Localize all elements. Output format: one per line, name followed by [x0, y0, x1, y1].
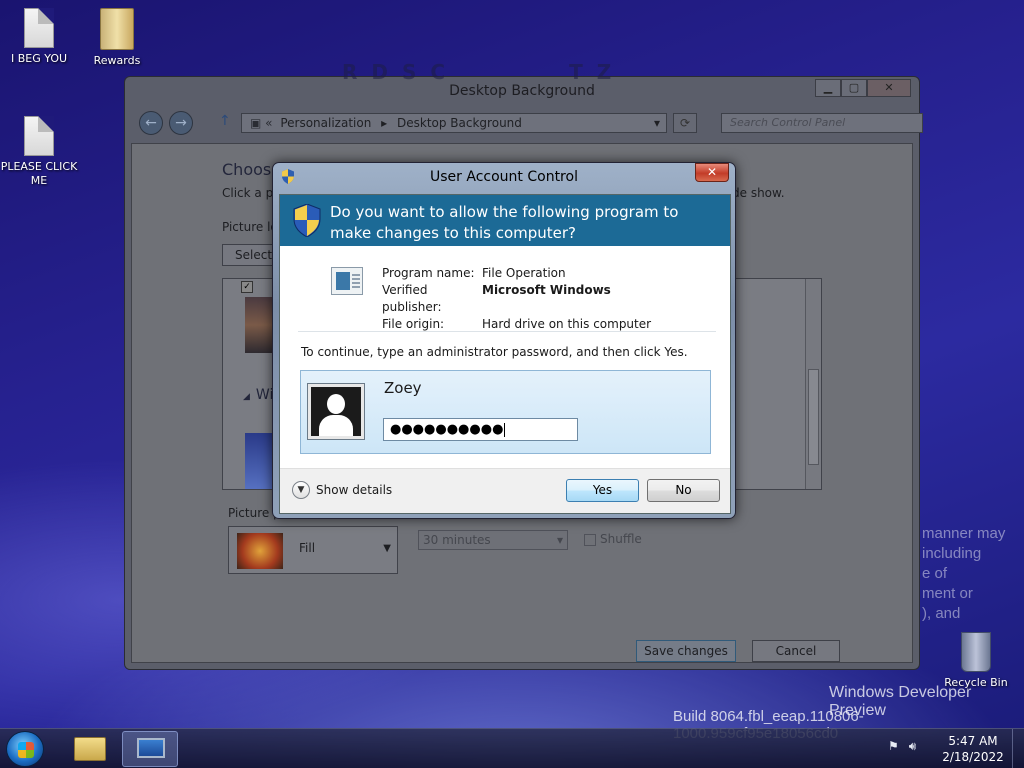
- password-mask: ●●●●●●●●●●: [390, 422, 504, 437]
- picture-position-dropdown[interactable]: Fill ▼: [228, 526, 398, 574]
- save-changes-button[interactable]: Save changes: [636, 640, 736, 662]
- uac-question: Do you want to allow the following progr…: [330, 203, 679, 242]
- volume-icon[interactable]: 🔊︎: [909, 739, 917, 754]
- document-icon: [24, 116, 54, 156]
- navigation-bar: ← → ↑ ▣ « Personalization ▸ Desktop Back…: [137, 109, 923, 135]
- window-title: Desktop Background: [449, 83, 595, 99]
- document-icon: [24, 8, 54, 48]
- monitor-icon: [137, 738, 165, 758]
- shuffle-checkbox[interactable]: Shuffle: [584, 532, 642, 546]
- wallpaper-thumbnail[interactable]: [245, 297, 275, 353]
- page-subtitle: Click a p: [222, 186, 274, 200]
- taskbar: ⚑ 🔊︎ 5:47 AM 2/18/2022: [0, 728, 1024, 768]
- desktop-icon-label: I BEG YOU: [10, 52, 68, 65]
- faded-background-letters: RDSC TZ: [342, 60, 612, 84]
- publisher-value: Microsoft Windows: [482, 283, 611, 297]
- collapse-arrow-icon: ◢: [243, 392, 250, 402]
- desktop-icon-rewards[interactable]: Rewards: [78, 8, 156, 68]
- wallpaper-thumbnail[interactable]: [245, 433, 275, 489]
- show-details-link[interactable]: Show details: [316, 483, 392, 497]
- desktop-icon-please-click-me[interactable]: PLEASE CLICK ME: [0, 116, 78, 188]
- show-desktop-button[interactable]: [1012, 729, 1024, 768]
- divider: [298, 331, 716, 332]
- uac-body: Do you want to allow the following progr…: [279, 194, 731, 514]
- no-button[interactable]: No: [647, 479, 720, 502]
- yes-button[interactable]: Yes: [566, 479, 639, 502]
- position-value: Fill: [299, 541, 316, 555]
- background-text: manner may including e of ment or ), and: [922, 525, 1006, 622]
- interval-dropdown[interactable]: 30 minutes ▾: [418, 530, 568, 550]
- password-field[interactable]: ●●●●●●●●●●: [383, 418, 578, 441]
- username: Zoey: [384, 379, 422, 397]
- chevron-down-icon[interactable]: ▾: [654, 114, 660, 132]
- breadcrumb-personalization[interactable]: Personalization: [280, 116, 371, 130]
- folder-icon: [100, 8, 134, 50]
- position-preview-image: [237, 533, 283, 569]
- desktop-icon-recycle-bin[interactable]: Recycle Bin: [944, 632, 1008, 689]
- up-arrow-icon[interactable]: ↑: [219, 113, 231, 129]
- flag-icon[interactable]: ⚑: [888, 739, 899, 754]
- uac-header: Do you want to allow the following progr…: [280, 195, 730, 246]
- minimize-button[interactable]: ▁: [815, 79, 841, 97]
- avatar: [307, 383, 365, 440]
- page-subtitle-tail: de show.: [732, 186, 785, 200]
- vertical-scrollbar[interactable]: [805, 279, 821, 489]
- text-caret: [504, 422, 506, 437]
- desktop-icon-label: Recycle Bin: [944, 676, 1008, 689]
- maximize-button[interactable]: ▢: [841, 79, 867, 97]
- chevron-down-icon[interactable]: ▼: [292, 481, 310, 499]
- uac-dialog: User Account Control ✕ Do you want to al…: [272, 162, 736, 519]
- close-button[interactable]: ✕: [695, 163, 729, 182]
- control-panel-icon: ▣ «: [250, 116, 273, 130]
- checkbox-icon: [584, 533, 596, 546]
- windows-logo-icon: [18, 742, 34, 758]
- publisher-label: Verified publisher:: [382, 283, 442, 314]
- clock[interactable]: 5:47 AM 2/18/2022: [940, 733, 1006, 765]
- picture-location-label: Picture lo: [222, 220, 278, 234]
- program-name-value: File Operation: [482, 266, 566, 280]
- recycle-bin-icon: [961, 632, 991, 672]
- program-name-label: Program name:: [382, 266, 475, 280]
- taskbar-explorer-button[interactable]: [62, 731, 118, 767]
- system-tray: ⚑ 🔊︎: [888, 739, 916, 754]
- clock-time: 5:47 AM: [948, 734, 998, 748]
- breadcrumb-separator-icon: ▸: [381, 116, 388, 130]
- chevron-down-icon: ▼: [383, 543, 391, 554]
- uac-shield-icon: [293, 204, 321, 237]
- taskbar-control-panel-button[interactable]: [122, 731, 178, 767]
- dialog-title: User Account Control: [430, 169, 578, 185]
- breadcrumb-desktop-background[interactable]: Desktop Background: [397, 116, 522, 130]
- picture-checkbox[interactable]: ✓: [241, 281, 253, 293]
- user-silhouette-icon: [311, 387, 361, 436]
- address-bar[interactable]: ▣ « Personalization ▸ Desktop Background…: [241, 113, 667, 133]
- cancel-button[interactable]: Cancel: [752, 640, 840, 662]
- folder-icon: [74, 737, 106, 761]
- uac-footer: ▼ Show details Yes No: [280, 468, 730, 513]
- chevron-down-icon: ▾: [556, 533, 563, 547]
- program-info: Program name: File Operation Verified pu…: [382, 265, 651, 333]
- back-arrow-icon[interactable]: ←: [139, 111, 163, 135]
- credential-tile[interactable]: Zoey ●●●●●●●●●●: [300, 370, 711, 454]
- desktop-icon-i-beg-you[interactable]: I BEG YOU: [0, 8, 78, 66]
- desktop-icon-label: Rewards: [93, 54, 141, 67]
- program-icon: [331, 267, 363, 295]
- start-button[interactable]: [6, 731, 44, 767]
- window-controls: ▁ ▢ ✕: [815, 79, 911, 97]
- search-input[interactable]: Search Control Panel: [721, 113, 923, 133]
- forward-arrow-icon[interactable]: →: [169, 111, 193, 135]
- refresh-icon[interactable]: ⟳: [673, 113, 697, 133]
- instruction-text: To continue, type an administrator passw…: [301, 345, 688, 359]
- close-button[interactable]: ✕: [867, 79, 911, 97]
- desktop-icon-label: PLEASE CLICK ME: [0, 160, 78, 187]
- scrollbar-thumb[interactable]: [808, 369, 819, 465]
- clock-date: 2/18/2022: [942, 750, 1004, 764]
